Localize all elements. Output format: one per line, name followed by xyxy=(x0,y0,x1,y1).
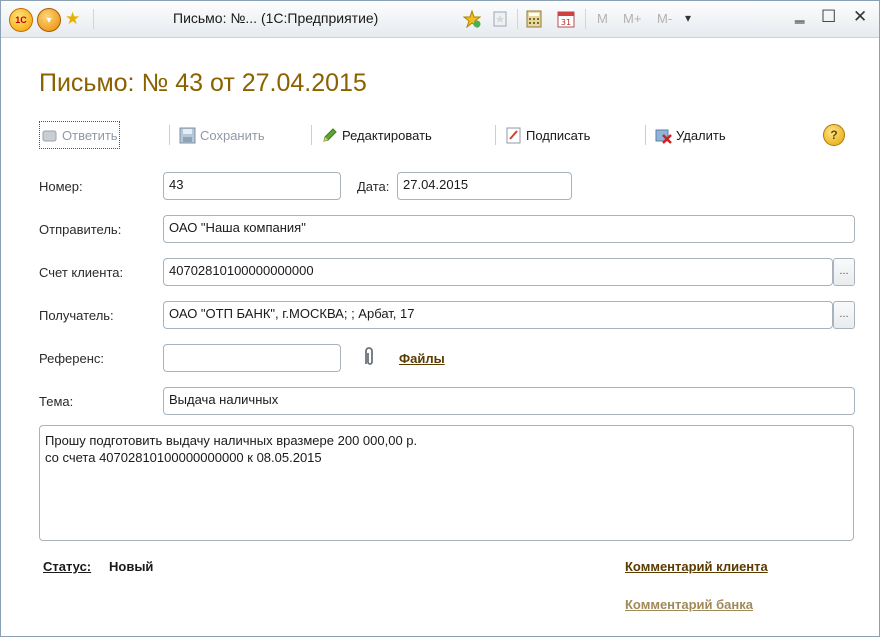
reply-label: Ответить xyxy=(62,127,118,143)
edit-label: Редактировать xyxy=(342,127,432,143)
reply-icon xyxy=(42,130,57,141)
memory-store-button[interactable]: M xyxy=(597,11,608,26)
pencil-icon xyxy=(323,127,337,142)
date-field[interactable]: 27.04.2015 xyxy=(397,172,572,200)
maximize-icon[interactable]: ☐ xyxy=(821,7,836,27)
reference-field[interactable] xyxy=(163,344,341,372)
reply-button[interactable]: Ответить xyxy=(39,121,120,149)
bank-comment-link[interactable]: Комментарий банка xyxy=(625,597,753,612)
number-field[interactable]: 43 xyxy=(163,172,341,200)
account-select-button[interactable]: ... xyxy=(833,258,855,286)
sign-button[interactable]: Подписать xyxy=(505,121,590,149)
separator xyxy=(495,125,496,145)
account-label: Счет клиента: xyxy=(39,265,124,280)
help-button[interactable]: ? xyxy=(823,121,845,149)
delete-label: Удалить xyxy=(676,127,726,143)
command-bar: Ответить Сохранить Редактировать Подписа… xyxy=(39,121,859,149)
calendar-icon[interactable]: 31 xyxy=(557,10,575,28)
svg-text:31: 31 xyxy=(561,18,571,27)
status-value: Новый xyxy=(109,559,154,574)
client-comment-link[interactable]: Комментарий клиента xyxy=(625,559,768,574)
minimize-icon[interactable]: ‗ xyxy=(795,5,804,25)
help-icon: ? xyxy=(823,124,845,146)
app-logo-icon[interactable]: 1C xyxy=(9,8,33,32)
sender-field[interactable]: ОАО "Наша компания" xyxy=(163,215,855,243)
paperclip-icon xyxy=(365,347,373,365)
subject-label: Тема: xyxy=(39,394,74,409)
reference-label: Референс: xyxy=(39,351,105,366)
calculator-icon[interactable] xyxy=(525,10,543,28)
separator xyxy=(645,125,646,145)
title-bar: 1C ▾ ★ Письмо: №... (1С:Предприятие) 31 … xyxy=(1,1,879,38)
floppy-disk-icon xyxy=(179,127,196,143)
delete-icon xyxy=(655,129,672,144)
separator xyxy=(311,125,312,145)
sender-label: Отправитель: xyxy=(39,222,122,237)
separator xyxy=(169,125,170,145)
memory-add-button[interactable]: M+ xyxy=(623,11,641,26)
history-icon[interactable] xyxy=(491,10,509,28)
edit-button[interactable]: Редактировать xyxy=(321,121,432,149)
date-label: Дата: xyxy=(357,179,390,194)
recipient-select-button[interactable]: ... xyxy=(833,301,855,329)
sign-label: Подписать xyxy=(526,127,591,143)
favorites-star-icon[interactable]: ★ xyxy=(65,8,80,30)
recipient-label: Получатель: xyxy=(39,308,114,323)
page-title: Письмо: № 43 от 27.04.2015 xyxy=(39,69,367,97)
files-link[interactable]: Файлы xyxy=(399,351,445,366)
window-title: Письмо: №... (1С:Предприятие) xyxy=(173,10,379,26)
sign-document-icon xyxy=(506,127,521,143)
recipient-field[interactable]: ОАО "ОТП БАНК", г.МОСКВА; ; Арбат, 17 xyxy=(163,301,833,329)
memory-subtract-button[interactable]: M- xyxy=(657,11,672,26)
subject-field[interactable]: Выдача наличных xyxy=(163,387,855,415)
delete-button[interactable]: Удалить xyxy=(655,121,726,149)
separator xyxy=(585,9,586,29)
number-label: Номер: xyxy=(39,179,83,194)
separator xyxy=(517,9,518,29)
save-label: Сохранить xyxy=(200,127,265,143)
toolbar-dropdown-icon[interactable]: ▾ xyxy=(685,11,691,25)
add-favorite-icon[interactable] xyxy=(463,10,481,28)
close-icon[interactable]: ✕ xyxy=(853,7,867,27)
status-label: Статус: xyxy=(43,559,92,574)
app-window: 1C ▾ ★ Письмо: №... (1С:Предприятие) 31 … xyxy=(0,0,880,637)
save-button[interactable]: Сохранить xyxy=(179,121,265,149)
main-menu-icon[interactable]: ▾ xyxy=(37,8,61,32)
message-body-textarea[interactable]: Прошу подготовить выдачу наличных вразме… xyxy=(39,425,854,541)
separator xyxy=(93,9,94,29)
account-field[interactable]: 40702810100000000000 xyxy=(163,258,833,286)
